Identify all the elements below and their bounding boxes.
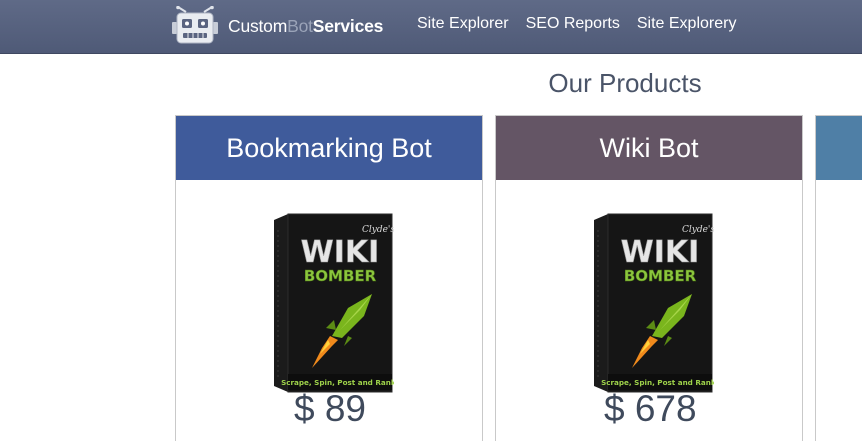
box-title-wiki: WIKI — [621, 235, 700, 270]
nav-site-explorer[interactable]: Site Explorer — [417, 15, 509, 33]
product-card-partial[interactable] — [815, 115, 862, 441]
product-card-bookmarking-bot[interactable]: Bookmarking Bot Clyde's WIKI BOMBER Scra… — [175, 115, 483, 441]
product-card-wiki-bot[interactable]: Wiki Bot Clyde's WIKI BOMBER Scrape, Spi… — [495, 115, 803, 441]
top-navbar: CustomBotServices Site Explorer SEO Repo… — [0, 0, 862, 54]
product-price: $ 89 — [294, 388, 367, 429]
box-title-wiki: WIKI — [301, 235, 380, 270]
site-logo-link[interactable]: CustomBotServices — [166, 6, 383, 46]
box-brand: Clyde's — [362, 225, 394, 235]
box-title-bomber: BOMBER — [624, 267, 697, 285]
product-box-image[interactable]: Clyde's WIKI BOMBER Scrape, Spin, Post a… — [264, 210, 394, 395]
main-nav: Site Explorer SEO Reports Site Explorery — [417, 15, 753, 33]
logo-word-custom: Custom — [228, 15, 288, 36]
page: CustomBotServices Site Explorer SEO Repo… — [0, 0, 862, 441]
product-price: $ 678 — [604, 388, 697, 429]
box-brand: Clyde's — [682, 225, 714, 235]
product-card-header: Bookmarking Bot — [176, 116, 482, 180]
logo-text: CustomBotServices — [228, 16, 383, 37]
nav-seo-reports[interactable]: SEO Reports — [526, 15, 620, 33]
box-tagline: Scrape, Spin, Post and Rank! — [281, 378, 394, 387]
logo-word-bot: Bot — [287, 15, 313, 36]
product-card-header — [816, 116, 862, 180]
box-title-bomber: BOMBER — [304, 267, 377, 285]
product-box-image[interactable]: Clyde's WIKI BOMBER Scrape, Spin, Post a… — [584, 210, 714, 395]
nav-site-explorery[interactable]: Site Explorery — [637, 15, 737, 33]
robot-logo-icon — [172, 6, 218, 44]
logo-word-services: Services — [312, 15, 384, 36]
products-heading: Our Products — [548, 68, 702, 98]
product-name: Wiki Bot — [599, 132, 699, 163]
product-card-header: Wiki Bot — [496, 116, 802, 180]
product-name: Bookmarking Bot — [226, 132, 432, 163]
box-tagline: Scrape, Spin, Post and Rank! — [601, 378, 714, 387]
